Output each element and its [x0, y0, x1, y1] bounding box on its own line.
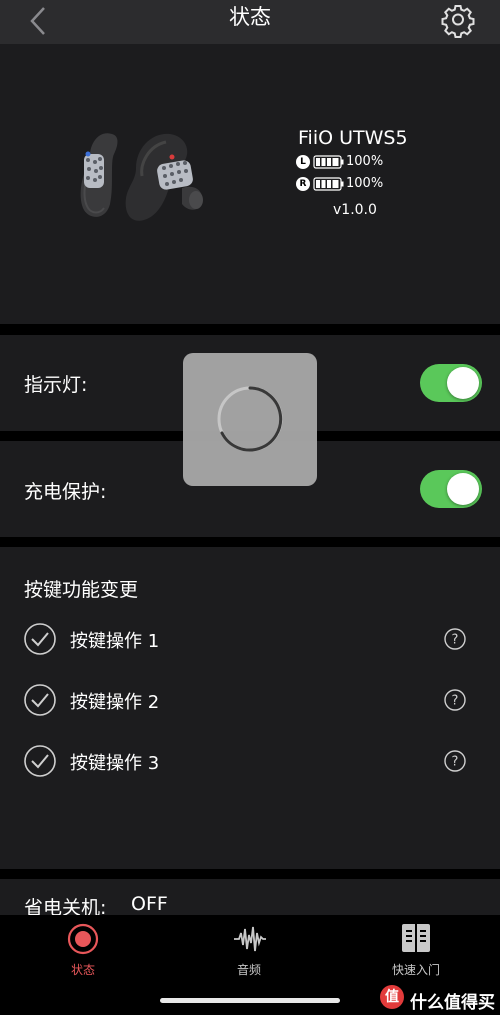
- key-functions-panel: 按键功能变更 按键操作 1 ? 按键操作 2 ? 按键操作 3 ?: [0, 547, 500, 869]
- svg-text:?: ?: [452, 755, 459, 770]
- question-circle-icon[interactable]: ?: [444, 689, 466, 711]
- battery-icon: [313, 155, 344, 169]
- check-circle-icon: [24, 623, 56, 655]
- device-info-panel: FiiO UTWS5 L 100% R 100% v1.0.0: [0, 44, 500, 324]
- key-option-3[interactable]: 按键操作 3 ?: [0, 744, 500, 778]
- svg-text:?: ?: [452, 633, 459, 648]
- device-name: FiiO UTWS5: [298, 127, 408, 149]
- book-icon: [402, 924, 430, 952]
- loading-overlay: [183, 353, 317, 486]
- question-circle-icon[interactable]: ?: [444, 628, 466, 650]
- tab-audio[interactable]: 音频: [189, 919, 309, 979]
- tab-quick-start[interactable]: 快速入门: [356, 919, 476, 979]
- check-circle-icon: [24, 684, 56, 716]
- tab-label: 快速入门: [391, 963, 440, 977]
- battery-icon: [313, 177, 344, 191]
- tab-label: 状态: [70, 963, 95, 977]
- tab-label: 音频: [236, 963, 261, 977]
- indicator-light-label: 指示灯:: [24, 374, 88, 396]
- settings-button[interactable]: [440, 2, 476, 38]
- key-option-label: 按键操作 2: [70, 692, 160, 713]
- right-earbud-badge: R: [296, 177, 310, 191]
- key-option-label: 按键操作 3: [70, 753, 160, 774]
- charge-protection-toggle[interactable]: [420, 470, 482, 508]
- spinner-icon: [217, 386, 283, 452]
- key-option-1[interactable]: 按键操作 1 ?: [0, 622, 500, 656]
- charge-protection-label: 充电保护:: [24, 481, 107, 503]
- indicator-light-toggle[interactable]: [420, 364, 482, 402]
- navigation-bar: 状态: [0, 0, 500, 44]
- power-saving-value: OFF: [131, 893, 168, 915]
- question-circle-icon[interactable]: ?: [444, 750, 466, 772]
- watermark-text: 什么值得买: [410, 993, 495, 1013]
- record-icon: [67, 923, 99, 955]
- svg-text:?: ?: [452, 694, 459, 709]
- earbuds-image: [80, 133, 203, 221]
- check-circle-icon: [24, 745, 56, 777]
- watermark-logo: 值: [380, 985, 404, 1009]
- key-option-2[interactable]: 按键操作 2 ?: [0, 683, 500, 717]
- left-earbud-badge: L: [296, 155, 310, 169]
- key-functions-title: 按键功能变更: [24, 579, 139, 601]
- home-indicator[interactable]: [160, 998, 340, 1003]
- tab-status[interactable]: 状态: [23, 919, 143, 979]
- waveform-icon: [234, 926, 266, 952]
- right-battery-percent: 100%: [346, 176, 384, 191]
- page-title: 状态: [229, 5, 271, 29]
- gear-icon: [441, 5, 475, 38]
- toggle-knob: [447, 473, 479, 505]
- power-saving-row[interactable]: 省电关机: OFF: [0, 879, 500, 919]
- firmware-version: v1.0.0: [333, 202, 377, 218]
- toggle-knob: [447, 367, 479, 399]
- key-option-label: 按键操作 1: [70, 631, 160, 652]
- left-battery-percent: 100%: [346, 154, 384, 169]
